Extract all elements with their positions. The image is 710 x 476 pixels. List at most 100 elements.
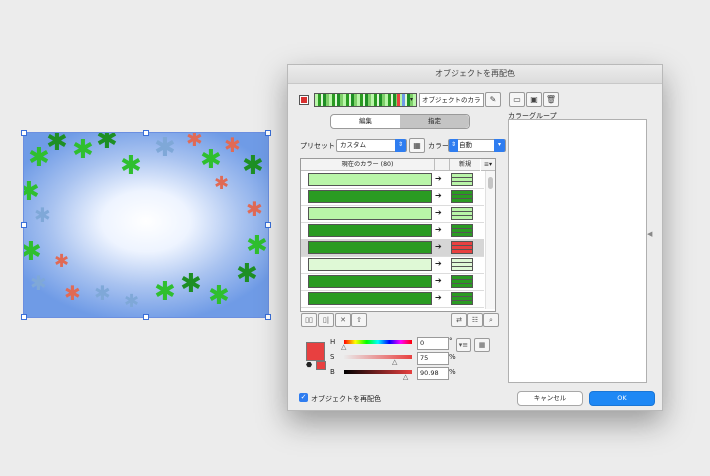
table-scrollbar[interactable] (485, 171, 495, 309)
new-group-icon[interactable]: ▣ (526, 92, 542, 107)
randomize-order-icon[interactable]: ⇄ (451, 313, 467, 327)
selection-handle[interactable] (265, 130, 271, 136)
arrow-right-icon[interactable]: ➔ (435, 292, 442, 303)
dialog-title: オブジェクトを再配色 (288, 65, 662, 84)
leaf-shape: ✱ (124, 291, 140, 312)
new-color-swatch[interactable] (451, 173, 473, 186)
current-color-bar[interactable] (308, 292, 432, 305)
hue-slider[interactable]: △ (341, 340, 412, 351)
current-color-bar[interactable] (308, 224, 432, 237)
new-row-icon[interactable]: ⇧ (351, 313, 367, 327)
current-color-bar[interactable] (308, 241, 432, 254)
color-row[interactable]: ➔ (301, 222, 484, 240)
brightness-field[interactable]: 90.98 (417, 367, 449, 380)
color-mode-menu-icon[interactable]: ▾≡ (456, 338, 471, 352)
color-mapping-table: 現在のカラー (80) 新規 ≡▾ ➔ ➔ ➔ ➔ ➔ ➔ ➔ ➔ (300, 158, 496, 312)
new-color-swatch[interactable] (451, 207, 473, 220)
hue-slider-knob[interactable]: △ (341, 344, 346, 351)
arrow-right-icon[interactable]: ➔ (435, 173, 442, 184)
current-color-bar[interactable] (308, 258, 432, 271)
color-row[interactable]: ➔ (301, 205, 484, 223)
new-color-swatch[interactable] (451, 275, 473, 288)
web-color-swatch[interactable] (316, 361, 326, 370)
current-color-bar[interactable] (308, 173, 432, 186)
preset-value: カスタム (340, 141, 366, 149)
selection-handle[interactable] (21, 314, 27, 320)
new-color-swatch[interactable] (451, 292, 473, 305)
color-row[interactable]: ➔ (301, 171, 484, 189)
selection-handle[interactable] (143, 130, 149, 136)
new-colors-header[interactable]: 新規 (450, 159, 480, 171)
selection-handle[interactable] (21, 130, 27, 136)
color-library-icon[interactable]: ▦ (474, 338, 490, 352)
color-row[interactable]: ➔ (301, 239, 484, 257)
exclude-colors-icon[interactable]: ✕ (335, 313, 351, 327)
leaf-shape: ✱ (34, 203, 51, 227)
column-menu-icon[interactable]: ≡▾ (481, 159, 495, 171)
leaf-shape: ✱ (30, 271, 47, 295)
selection-handle[interactable] (265, 222, 271, 228)
arrow-right-icon[interactable]: ➔ (435, 241, 442, 252)
arrow-right-icon[interactable]: ➔ (435, 190, 442, 201)
leaf-shape: ✱ (96, 132, 118, 155)
selection-handle[interactable] (265, 314, 271, 320)
new-color-swatch[interactable] (451, 224, 473, 237)
find-color-icon[interactable]: ⌕ (483, 313, 499, 327)
current-color-bar[interactable] (308, 190, 432, 203)
brightness-slider[interactable]: △ (344, 370, 412, 381)
colors-count-select[interactable]: ⇕ 自動 ▾ (448, 139, 506, 152)
active-color-chip[interactable] (299, 95, 309, 105)
leaf-shape: ✱ (200, 145, 222, 175)
cancel-button[interactable]: キャンセル (517, 391, 583, 406)
brightness-label: B (330, 368, 335, 376)
color-group-name-field[interactable]: オブジェクトのカラー (419, 93, 484, 107)
save-group-icon[interactable]: ▭ (509, 92, 525, 107)
arrow-right-icon[interactable]: ➔ (435, 224, 442, 235)
arrow-right-icon[interactable]: ➔ (435, 258, 442, 269)
arrow-right-icon[interactable]: ➔ (435, 275, 442, 286)
selection-handle[interactable] (143, 314, 149, 320)
recolor-checkbox-label[interactable]: オブジェクトを再配色 (311, 394, 381, 404)
color-row[interactable]: ➔ (301, 256, 484, 274)
selected-color-swatch[interactable] (306, 342, 325, 361)
strip-red-marker (397, 94, 400, 106)
recolor-checkbox[interactable]: ✓ (299, 393, 308, 402)
brightness-unit: % (449, 368, 456, 376)
tab-edit[interactable]: 編集 (331, 115, 400, 128)
gamut-warning-icon[interactable]: ⬣ (306, 361, 312, 369)
hue-field[interactable]: 0 (417, 337, 449, 350)
saturation-slider-knob[interactable]: △ (392, 359, 397, 366)
preset-select[interactable]: カスタム ⇕ (336, 139, 407, 152)
mode-tabs: 編集 指定 (330, 114, 470, 129)
color-group-strip[interactable] (314, 93, 417, 107)
eyedropper-icon[interactable]: ✎ (485, 92, 501, 107)
new-color-swatch[interactable] (451, 258, 473, 271)
tab-assign[interactable]: 指定 (400, 115, 469, 128)
current-color-bar[interactable] (308, 275, 432, 288)
current-colors-header[interactable]: 現在のカラー (80) (301, 159, 435, 171)
strip-dropdown-icon[interactable]: ▾ (410, 94, 416, 105)
brightness-slider-knob[interactable]: △ (403, 374, 408, 381)
new-color-swatch[interactable] (451, 241, 473, 254)
saturation-field[interactable]: 75 (417, 352, 449, 365)
color-row[interactable]: ➔ (301, 273, 484, 291)
saturation-slider[interactable]: △ (344, 355, 412, 366)
color-row[interactable]: ➔ (301, 188, 484, 206)
color-row[interactable]: ➔ (301, 290, 484, 308)
new-color-swatch[interactable] (451, 190, 473, 203)
artwork-maple-leaves[interactable]: ✱ ✱ ✱ ✱ ✱ ✱ ✱ ✱ ✱ ✱ ✱ ✱ ✱ ✱ ✱ ✱ ✱ ✱ ✱ ✱ … (23, 132, 269, 318)
current-color-bar[interactable] (308, 207, 432, 220)
scrollbar-thumb[interactable] (488, 177, 493, 189)
leaf-shape: ✱ (94, 281, 111, 305)
color-groups-list[interactable] (508, 119, 647, 383)
delete-group-icon[interactable]: 🗑 (543, 92, 559, 107)
arrow-right-icon[interactable]: ➔ (435, 207, 442, 218)
panel-collapse-icon[interactable]: ◀ (647, 230, 652, 238)
ok-button[interactable]: OK (589, 391, 655, 406)
preset-options-icon[interactable]: ▦ (409, 138, 425, 153)
separate-colors-icon[interactable]: ▯| (318, 313, 334, 327)
stepper-icon: ⇕ (449, 139, 458, 152)
merge-colors-icon[interactable]: ▯▯ (301, 313, 317, 327)
selection-handle[interactable] (21, 222, 27, 228)
randomize-saturation-icon[interactable]: ☷ (467, 313, 483, 327)
